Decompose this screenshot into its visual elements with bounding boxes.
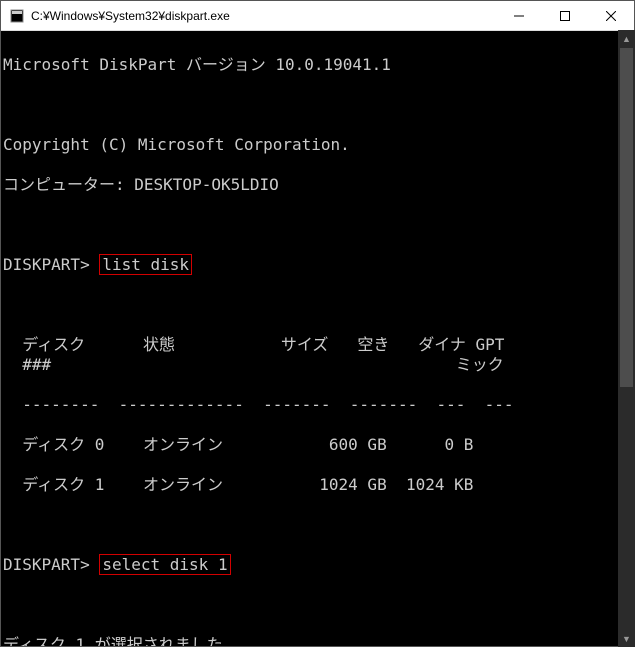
scrollbar-thumb[interactable] bbox=[620, 48, 633, 387]
window-controls bbox=[496, 1, 634, 30]
app-icon bbox=[9, 8, 25, 24]
prompt: DISKPART> bbox=[3, 255, 90, 274]
blank bbox=[3, 515, 632, 535]
vertical-scrollbar[interactable]: ▲ ▼ bbox=[618, 30, 635, 647]
disk-row-1: ディスク 1 オンライン 1024 GB 1024 KB bbox=[3, 475, 632, 495]
prompt: DISKPART> bbox=[3, 555, 90, 574]
titlebar[interactable]: C:¥Windows¥System32¥diskpart.exe bbox=[1, 1, 634, 31]
maximize-button[interactable] bbox=[542, 1, 588, 30]
disk-table-header: ディスク 状態 サイズ 空き ダイナ GPT ### ミック bbox=[3, 335, 632, 375]
disk-row-0: ディスク 0 オンライン 600 GB 0 B bbox=[3, 435, 632, 455]
blank bbox=[3, 95, 632, 115]
window-title: C:¥Windows¥System32¥diskpart.exe bbox=[31, 9, 496, 23]
terminal-output[interactable]: Microsoft DiskPart バージョン 10.0.19041.1 Co… bbox=[1, 31, 634, 646]
copyright-line: Copyright (C) Microsoft Corporation. bbox=[3, 135, 632, 155]
disk-selected-msg: ディスク 1 が選択されました。 bbox=[3, 635, 632, 646]
minimize-button[interactable] bbox=[496, 1, 542, 30]
app-window: C:¥Windows¥System32¥diskpart.exe Microso… bbox=[0, 0, 635, 647]
blank bbox=[3, 295, 632, 315]
disk-table-sep: -------- ------------- ------- ------- -… bbox=[3, 395, 632, 415]
prompt-line: DISKPART> select disk 1 bbox=[3, 555, 632, 575]
blank bbox=[3, 215, 632, 235]
cmd-select-disk: select disk 1 bbox=[99, 554, 230, 575]
computer-line: コンピューター: DESKTOP-OK5LDIO bbox=[3, 175, 632, 195]
cmd-list-disk: list disk bbox=[99, 254, 192, 275]
scroll-down-arrow[interactable]: ▼ bbox=[618, 630, 635, 647]
close-button[interactable] bbox=[588, 1, 634, 30]
scroll-up-arrow[interactable]: ▲ bbox=[618, 30, 635, 47]
prompt-line: DISKPART> list disk bbox=[3, 255, 632, 275]
version-line: Microsoft DiskPart バージョン 10.0.19041.1 bbox=[3, 55, 632, 75]
blank bbox=[3, 595, 632, 615]
